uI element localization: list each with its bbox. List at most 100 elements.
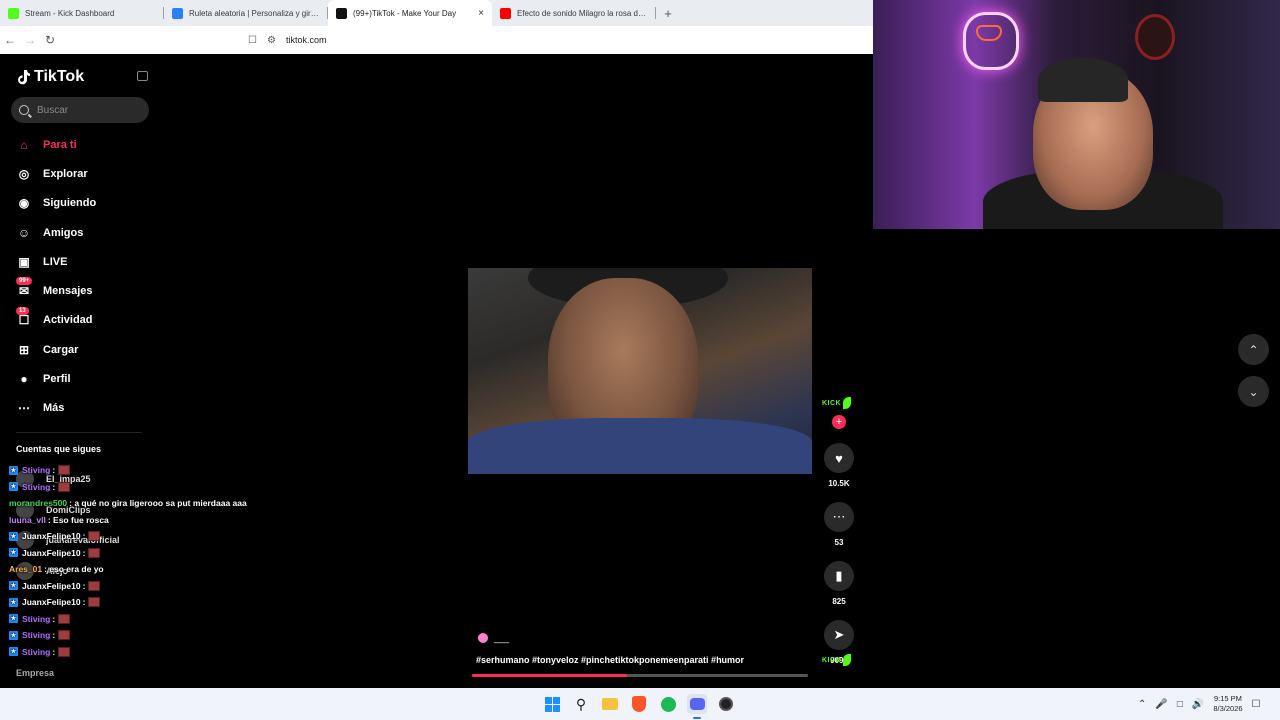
video-shirt: [468, 418, 812, 474]
live-icon: ▣: [18, 254, 30, 269]
video-hashtags[interactable]: #serhumano #tonyveloz #pinchetiktokponem…: [476, 655, 744, 665]
chat-emote-icon: [58, 481, 71, 492]
chat-emote-icon: [88, 580, 101, 591]
volume-icon[interactable]: 🔊: [1192, 699, 1204, 710]
tab-favicon-icon: [336, 7, 347, 19]
share-icon[interactable]: ➤: [824, 620, 854, 650]
nav-item-explorar[interactable]: ◎ Explorar: [0, 159, 96, 188]
comment-action[interactable]: ⋯ 53: [822, 502, 856, 547]
wall-poster: [1135, 14, 1175, 60]
nav-item-cargar[interactable]: ⊞ Cargar: [0, 335, 96, 364]
clock[interactable]: 9:15 PM 8/3/2026: [1213, 694, 1242, 714]
chat-badge-icon: ★: [9, 581, 18, 591]
browser-tab[interactable]: Ruleta aleatoria | Personaliza y gira tu: [164, 0, 328, 26]
nav-item-mensajes[interactable]: ✉ 99+ Mensajes: [0, 276, 96, 305]
windows-start-icon[interactable]: [542, 694, 562, 714]
like-count: 10.5K: [828, 479, 850, 488]
nav-item-actividad[interactable]: ☐ 13 Actividad: [0, 306, 96, 335]
chat-text: : Eso fue rosca: [47, 514, 109, 525]
follow-plus-button[interactable]: +: [832, 415, 846, 429]
notification-badge: 13: [16, 306, 29, 315]
video-player[interactable]: [468, 268, 812, 474]
like-action[interactable]: ♥ 10.5K: [822, 443, 856, 488]
search-icon[interactable]: ⚲: [571, 694, 591, 714]
nav-item-amigos[interactable]: ☺ Amigos: [0, 218, 96, 247]
browser-tab[interactable]: Stream - Kick Dashboard: [0, 0, 164, 26]
chat-badge-icon: ★: [9, 548, 18, 558]
bookmark-icon[interactable]: ☐: [248, 35, 257, 46]
search-box[interactable]: [11, 97, 149, 123]
url-field[interactable]: ☐ ⚙ tiktok.com: [248, 35, 326, 46]
chat-emote-icon: [88, 597, 101, 608]
footer-empresa[interactable]: Empresa: [16, 668, 54, 678]
tab-favicon-icon: [8, 7, 19, 19]
nav-item-label: Explorar: [43, 167, 88, 180]
new-tab-button[interactable]: +: [656, 0, 680, 26]
site-info-icon[interactable]: ⚙: [267, 35, 276, 46]
chat-text: :: [82, 580, 86, 591]
main-nav: ⌂ Para ti ◎ Explorar ◉ Siguiendo ☺ Amigos ▣ LIVE ✉…: [0, 130, 96, 423]
chat-badge-icon: ★: [9, 465, 18, 475]
nav-item-más[interactable]: ⋯ Más: [0, 394, 96, 423]
heart-icon[interactable]: ♥: [824, 443, 854, 473]
neon-sign: [963, 12, 1019, 70]
messages-icon: ✉: [18, 284, 30, 299]
reload-icon[interactable]: ↻: [40, 33, 60, 47]
microphone-icon[interactable]: 🎤: [1155, 699, 1167, 710]
browser-tab[interactable]: (99+)TikTok - Make Your Day ×: [328, 0, 492, 26]
compass-icon: ◎: [18, 166, 30, 181]
notification-icon[interactable]: ☐: [1252, 699, 1261, 710]
tiktok-logo[interactable]: TikTok: [16, 68, 84, 86]
chevron-up-icon[interactable]: ⌃: [1238, 334, 1269, 365]
bookmark-icon[interactable]: ▮: [824, 561, 854, 591]
chat-username: Stiving: [22, 465, 51, 476]
chat-badge-icon: ★: [9, 630, 18, 640]
streamer-hat: [1038, 58, 1128, 102]
chevron-up-icon[interactable]: ⌃: [1138, 699, 1146, 710]
obs-icon[interactable]: [716, 694, 736, 714]
browser-tab[interactable]: Efecto de sonido Milagro la rosa de Gu: [492, 0, 656, 26]
back-icon[interactable]: ←: [0, 33, 20, 47]
nav-item-siguiendo[interactable]: ◉ Siguiendo: [0, 189, 96, 218]
caption-user[interactable]: ___: [478, 633, 509, 643]
tab-favicon-icon: [500, 7, 511, 19]
file-explorer-icon[interactable]: [600, 694, 620, 714]
video-progress-bar[interactable]: [472, 674, 808, 677]
chat-message: ★ JuanxFelipe10:: [9, 578, 309, 595]
nav-item-para-ti[interactable]: ⌂ Para ti: [0, 130, 96, 159]
collapse-sidebar-icon[interactable]: [137, 71, 148, 81]
nav-item-perfil[interactable]: ● Perfil: [0, 364, 96, 393]
forward-icon[interactable]: →: [20, 33, 40, 47]
kick-logo-bottom: KICK: [822, 652, 852, 668]
save-action[interactable]: ▮ 825: [822, 561, 856, 606]
comment-icon[interactable]: ⋯: [824, 502, 854, 532]
chevron-down-icon[interactable]: ⌄: [1238, 376, 1269, 407]
notification-badge: 99+: [16, 277, 33, 286]
chat-badge-icon: ★: [9, 647, 18, 657]
chat-emote-icon: [88, 531, 101, 542]
avatar: [478, 633, 488, 643]
search-input[interactable]: [37, 104, 137, 116]
chat-username: Stiving: [22, 613, 51, 624]
chat-username: JuanxFelipe10: [22, 597, 81, 608]
chat-emote-icon: [58, 613, 71, 624]
chat-username: luuna_vll: [9, 514, 46, 525]
chat-badge-icon: ★: [9, 531, 18, 541]
nav-item-label: Mensajes: [43, 285, 93, 298]
upload-icon: ⊞: [18, 342, 30, 357]
network-icon[interactable]: □: [1177, 699, 1183, 710]
chat-text: :: [82, 531, 86, 542]
chat-text: :: [52, 630, 56, 641]
chat-username: Ares_01: [9, 564, 43, 575]
nav-item-live[interactable]: ▣ LIVE: [0, 247, 96, 276]
close-icon[interactable]: ×: [478, 8, 484, 19]
chat-text: :: [52, 646, 56, 657]
nav-item-label: LIVE: [43, 255, 68, 268]
chat-message: ★ Stiving:: [9, 644, 309, 661]
spotify-icon[interactable]: [658, 694, 678, 714]
browser-tab-bar: Stream - Kick Dashboard Ruleta aleatoria …: [0, 0, 873, 26]
discord-icon[interactable]: [687, 694, 707, 719]
system-tray: ⌃ 🎤 □ 🔊 9:15 PM 8/3/2026 ☐: [1138, 688, 1261, 720]
brave-browser-icon[interactable]: [629, 694, 649, 714]
url-text: tiktok.com: [285, 35, 327, 45]
